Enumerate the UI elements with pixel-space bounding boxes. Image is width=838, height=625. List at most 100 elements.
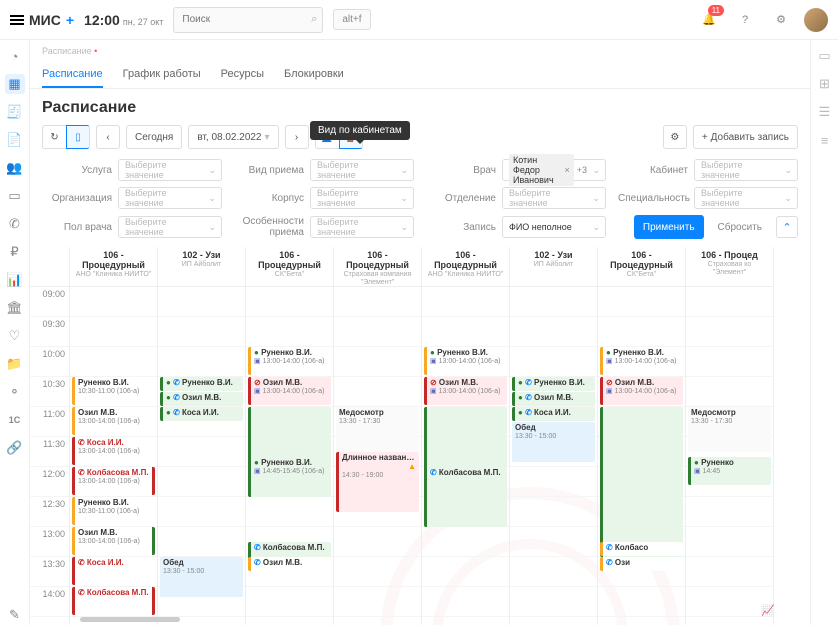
- filter-record-label: Запись: [426, 222, 496, 233]
- appointment[interactable]: ● ✆ Озил М.В.: [160, 392, 243, 406]
- column-header[interactable]: 106 - ПроцедурныйАНО "Клиника НИИТО": [422, 247, 509, 287]
- right-grid-icon[interactable]: ⊞: [815, 74, 835, 94]
- sidebar-link-icon[interactable]: 🔗: [5, 438, 25, 458]
- column-header[interactable]: 102 - УзиИП Айболит: [158, 247, 245, 287]
- appointment[interactable]: ● Руненко В.И.▣ 13:00-14:00 (106-а): [600, 347, 683, 375]
- sidebar-calendar-icon[interactable]: ▦: [5, 74, 25, 94]
- filter-dept[interactable]: Выберите значение: [502, 187, 606, 209]
- filter-record[interactable]: ФИО неполное: [502, 216, 606, 238]
- appointment[interactable]: Медосмотр13:30 - 17:30: [688, 407, 771, 452]
- prev-button[interactable]: ‹: [96, 125, 120, 149]
- filter-building[interactable]: Выберите значение: [310, 187, 414, 209]
- appointment[interactable]: Обед13:30 - 15:00: [512, 422, 595, 462]
- columns-wrap[interactable]: 106 - ПроцедурныйАНО "Клиника НИИТО" Рун…: [70, 247, 810, 625]
- view-day-button[interactable]: ▯: [66, 125, 90, 149]
- help-icon[interactable]: ?: [732, 7, 758, 33]
- appointment[interactable]: Озил М.В.13:00-14:00 (106-а): [72, 527, 155, 555]
- appointment[interactable]: ● Руненко В.И.▣ 13:00-14:00 (106-а): [424, 347, 507, 375]
- sidebar-users-icon[interactable]: 👥: [5, 158, 25, 178]
- appointment[interactable]: ✆ Колбасо: [600, 542, 683, 556]
- today-button[interactable]: Сегодня: [126, 125, 182, 149]
- appointment[interactable]: ✆ Колбасова М.П.13:00-14:00 (106-а): [72, 467, 155, 495]
- settings-icon[interactable]: ⚙: [768, 7, 794, 33]
- appointment[interactable]: ✆ Озил М.В.: [248, 557, 331, 571]
- apply-button[interactable]: Применить: [634, 215, 704, 239]
- filter-cabinet[interactable]: Выберите значение: [694, 159, 798, 181]
- appointment[interactable]: ⊘ Озил М.В.▣ 13:00-14:00 (106-а): [424, 377, 507, 405]
- remove-tag-icon[interactable]: ×: [564, 165, 569, 175]
- appointment[interactable]: ⊘ Озил М.В.▣ 13:00-14:00 (106-а): [600, 377, 683, 405]
- refresh-button[interactable]: ↻: [42, 125, 66, 149]
- sidebar-folder-icon[interactable]: 📁: [5, 354, 25, 374]
- appointment[interactable]: Руненко В.И.10:30-11:00 (106-а): [72, 497, 155, 525]
- column-header[interactable]: 106 - ПроцедурныйСтраховая компания "Эле…: [334, 247, 421, 287]
- sidebar-money-icon[interactable]: ₽: [5, 242, 25, 262]
- sidebar-heart-icon[interactable]: ♡: [5, 326, 25, 346]
- search-input[interactable]: [173, 7, 323, 33]
- appointment[interactable]: [600, 407, 683, 557]
- sidebar-1c-icon[interactable]: 1С: [5, 410, 25, 430]
- sidebar-dashboard-icon[interactable]: ◔: [5, 46, 25, 66]
- date-picker[interactable]: вт, 08.02.2022 ▾: [188, 125, 278, 149]
- right-list-icon[interactable]: ☰: [815, 102, 835, 122]
- filter-service[interactable]: Выберите значение: [118, 159, 222, 181]
- filter-org[interactable]: Выберите значение: [118, 187, 222, 209]
- filter-service-label: Услуга: [42, 165, 112, 176]
- appointment[interactable]: ✆ Коса И.И.13:00-14:00 (106-а): [72, 437, 155, 465]
- collapse-filters-icon[interactable]: ⌃: [776, 216, 798, 238]
- column-header[interactable]: 106 - ПроцедурныйСК"Бета": [598, 247, 685, 287]
- sidebar-share-icon[interactable]: ⚬: [5, 382, 25, 402]
- tab-work-schedule[interactable]: График работы: [123, 62, 201, 88]
- column-header[interactable]: 106 - ПроцедСтраховая ко "Элемент": [686, 247, 773, 287]
- tab-resources[interactable]: Ресурсы: [221, 62, 264, 88]
- settings-toolbar-button[interactable]: ⚙: [663, 125, 687, 149]
- chart-toggle-icon[interactable]: 📈: [761, 604, 775, 617]
- appointment[interactable]: ● ✆ Руненко В.И.: [512, 377, 595, 391]
- logo[interactable]: МИС+: [10, 12, 74, 28]
- avatar[interactable]: [804, 8, 828, 32]
- sidebar-building-icon[interactable]: 🏛: [5, 298, 25, 318]
- appointment[interactable]: Озил М.В.13:00-14:00 (106-а): [72, 407, 155, 435]
- filter-spec[interactable]: Выберите значение: [694, 187, 798, 209]
- appointment[interactable]: ✆ Колбасова М.П.: [72, 587, 155, 615]
- appointment[interactable]: Медосмотр13:30 - 17:30: [336, 407, 419, 452]
- filter-visit-type[interactable]: Выберите значение: [310, 159, 414, 181]
- appointment[interactable]: ⊘ Озил М.В.▣ 13:00-14:00 (106-а): [248, 377, 331, 405]
- schedule-column: 102 - УзиИП Айболит ● ✆ Руненко В.И.● ✆ О…: [510, 247, 598, 625]
- scrollbar[interactable]: [80, 617, 180, 622]
- sidebar-doc-icon[interactable]: 📄: [5, 130, 25, 150]
- appointment[interactable]: ● Руненко▣ 14:45: [688, 457, 771, 485]
- appointment[interactable]: ✆ Ози: [600, 557, 683, 571]
- sidebar-edit-icon[interactable]: ✎: [5, 605, 25, 625]
- sidebar-card-icon[interactable]: ▭: [5, 186, 25, 206]
- column-header[interactable]: 106 - ПроцедурныйСК"Бета": [246, 247, 333, 287]
- appointment[interactable]: Длинное название блокировки ▲14:30 - 19:…: [336, 452, 419, 512]
- filter-doctor[interactable]: Котин Федор Иванович ×+3: [502, 159, 606, 181]
- tab-schedule[interactable]: Расписание: [42, 62, 103, 88]
- appointment[interactable]: ● ✆ Руненко В.И.: [160, 377, 243, 391]
- appointment[interactable]: Руненко В.И.10:30-11:00 (106-а): [72, 377, 155, 405]
- next-button[interactable]: ›: [285, 125, 309, 149]
- appointment[interactable]: ✆ Колбасова М.П.: [424, 467, 507, 481]
- add-record-button[interactable]: + Добавить запись: [693, 125, 798, 149]
- tabs: Расписание График работы Ресурсы Блокиро…: [30, 62, 810, 89]
- appointment[interactable]: ● Руненко В.И.▣ 14:45-15:45 (106-а): [248, 457, 331, 485]
- sidebar-stats-icon[interactable]: 📊: [5, 270, 25, 290]
- sidebar-phone-icon[interactable]: ✆: [5, 214, 25, 234]
- appointment[interactable]: ● ✆ Озил М.В.: [512, 392, 595, 406]
- column-header[interactable]: 102 - УзиИП Айболит: [510, 247, 597, 287]
- appointment[interactable]: Обед13:30 - 15:00: [160, 557, 243, 597]
- filter-doc-gender[interactable]: Выберите значение: [118, 216, 222, 238]
- appointment[interactable]: ● Руненко В.И.▣ 13:00-14:00 (106-а): [248, 347, 331, 375]
- column-header[interactable]: 106 - ПроцедурныйАНО "Клиника НИИТО": [70, 247, 157, 287]
- reset-button[interactable]: Сбросить: [710, 215, 770, 239]
- tab-blocks[interactable]: Блокировки: [284, 62, 344, 88]
- filter-visit-feat[interactable]: Выберите значение: [310, 216, 414, 238]
- bell-icon[interactable]: 🔔11: [696, 7, 722, 33]
- right-bars-icon[interactable]: ≡: [815, 130, 835, 150]
- right-panel-icon[interactable]: ▭: [815, 46, 835, 66]
- appointment[interactable]: ✆ Коса И.И.: [72, 557, 155, 585]
- appointment[interactable]: ● ✆ Коса И.И.: [160, 407, 243, 421]
- appointment[interactable]: ● ✆ Коса И.И.: [512, 407, 595, 421]
- sidebar-receipt-icon[interactable]: 🧾: [5, 102, 25, 122]
